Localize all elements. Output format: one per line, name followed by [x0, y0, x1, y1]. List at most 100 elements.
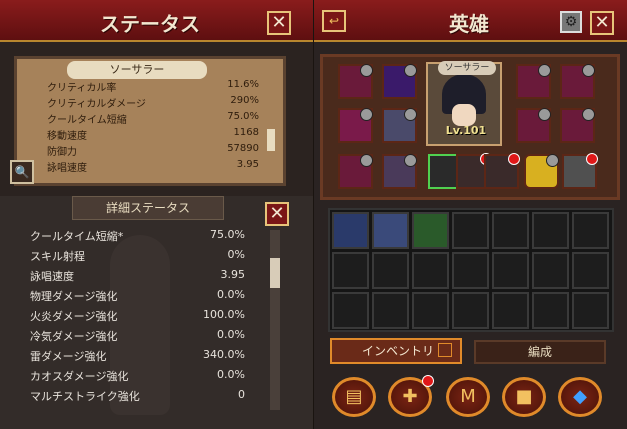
inventory-slot[interactable] [372, 292, 409, 329]
equip-slot[interactable] [516, 64, 551, 99]
inventory-slot[interactable] [452, 252, 489, 289]
inventory-slot[interactable] [492, 252, 529, 289]
inventory-slot[interactable] [572, 252, 609, 289]
search-icon[interactable]: 🔍 [10, 160, 34, 184]
gem-icon[interactable]: ◆ [558, 377, 602, 417]
stat-list: クリティカル率 11.6% クリティカルダメージ 290% クールタイム短縮 75.0… [43, 79, 263, 175]
inventory-slot[interactable] [572, 212, 609, 249]
detail-value: 0.0% [217, 368, 245, 381]
detail-key: 詠唱速度 [30, 270, 74, 283]
lock-icon [582, 64, 595, 77]
hero-name-label: ソーサラー [438, 61, 496, 75]
notification-dot [422, 375, 434, 387]
stat-row: 防御力 57890 [43, 143, 263, 159]
detail-key: クールタイム短縮* [30, 230, 124, 243]
box-icon[interactable]: ■ [502, 377, 546, 417]
detail-value: 75.0% [210, 228, 245, 241]
detail-row: 冷気ダメージ強化 0.0% [30, 328, 245, 348]
gold-badge-icon[interactable] [524, 154, 559, 189]
inventory-slot[interactable] [332, 212, 369, 249]
inventory-slot[interactable] [532, 292, 569, 329]
formation-tab[interactable]: 編成 [474, 340, 606, 364]
equip-slot[interactable] [382, 154, 417, 189]
inventory-slot[interactable] [332, 292, 369, 329]
stat-key: 防御力 [47, 147, 77, 158]
detail-row: スキル射程 0% [30, 248, 245, 268]
equip-slot[interactable] [516, 108, 551, 143]
status-title: ステータス [100, 12, 200, 36]
lock-icon [538, 108, 551, 121]
list-icon [438, 343, 452, 357]
inventory-slot[interactable] [532, 252, 569, 289]
inventory-slot[interactable] [492, 212, 529, 249]
inventory-slot[interactable] [452, 292, 489, 329]
detail-row: カオスダメージ強化 0.0% [30, 368, 245, 388]
stat-value: 11.6% [227, 79, 259, 90]
gear-icon[interactable]: ⚙ [560, 11, 582, 33]
hero-title: 英雄 [449, 12, 489, 36]
stat-key: クリティカルダメージ [47, 99, 146, 110]
stat-summary-box: ソーサラー クリティカル率 11.6% クリティカルダメージ 290% クールタイム… [14, 56, 286, 186]
inventory-slot[interactable] [372, 212, 409, 249]
companion-slot[interactable] [484, 153, 520, 189]
inventory-slot[interactable] [412, 292, 449, 329]
stat-key: 移動速度 [47, 131, 87, 142]
detail-value: 340.0% [203, 348, 245, 361]
equip-slot[interactable] [560, 108, 595, 143]
inventory-slot[interactable] [412, 212, 449, 249]
stat-row: クールタイム短縮 75.0% [43, 111, 263, 127]
inventory-slot[interactable] [372, 252, 409, 289]
inventory-slot[interactable] [492, 292, 529, 329]
inventory-slot[interactable] [332, 252, 369, 289]
detail-list: クールタイム短縮* 75.0% スキル射程 0% 詠唱速度 3.95 物理ダメージ強化… [30, 228, 245, 408]
hero-panel: ↩ 英雄 ⚙ ✕ ソーサラー Lv.101 インベントリ 編成 ▤ ✚ M ■ … [314, 0, 627, 429]
notification-dot [586, 153, 598, 165]
lock-icon [404, 108, 417, 121]
stat-value: 1168 [233, 127, 259, 138]
status-panel: ステータス ✕ ソーサラー クリティカル率 11.6% クリティカルダメージ 290… [0, 0, 313, 429]
detail-value: 0.0% [217, 288, 245, 301]
detail-row: マルチストライク強化 0 [30, 388, 245, 408]
equip-slot[interactable] [560, 64, 595, 99]
equip-slot[interactable] [338, 64, 373, 99]
inventory-slot[interactable] [452, 212, 489, 249]
equip-slot[interactable] [338, 154, 373, 189]
status-close-button[interactable]: ✕ [267, 11, 291, 35]
lock-icon [360, 108, 373, 121]
lock-icon [582, 108, 595, 121]
stat-key: クリティカル率 [47, 83, 117, 94]
stat-scrollbar[interactable] [267, 129, 275, 151]
lock-icon [360, 154, 373, 167]
inventory-slot[interactable] [572, 292, 609, 329]
equip-slot[interactable] [382, 64, 417, 99]
detail-value: 0% [227, 248, 245, 261]
detail-title: 詳細ステータス [72, 196, 224, 220]
stat-row: 移動速度 1168 [43, 127, 263, 143]
chest-icon[interactable]: ▤ [332, 377, 376, 417]
inventory-slot[interactable] [412, 252, 449, 289]
exit-icon[interactable]: ↩ [322, 10, 346, 32]
detail-scrollbar[interactable] [270, 258, 280, 288]
hero-face-icon [452, 104, 476, 126]
equip-slot[interactable] [382, 108, 417, 143]
lock-icon [546, 154, 559, 167]
equip-slot[interactable] [338, 108, 373, 143]
detail-key: 雷ダメージ強化 [30, 350, 107, 363]
detail-key: 火炎ダメージ強化 [30, 310, 118, 323]
detail-value: 3.95 [220, 268, 246, 281]
m-emblem-icon[interactable]: M [446, 377, 490, 417]
hero-close-button[interactable]: ✕ [590, 11, 614, 35]
inventory-slot[interactable] [532, 212, 569, 249]
detail-row: 雷ダメージ強化 340.0% [30, 348, 245, 368]
stat-value: 3.95 [236, 159, 259, 170]
notification-dot [508, 153, 520, 165]
lock-icon [538, 64, 551, 77]
detail-scroll-track [270, 230, 280, 410]
gray-badge-icon[interactable] [562, 153, 598, 189]
detail-close-button[interactable]: ✕ [265, 202, 289, 226]
detail-key: スキル射程 [30, 250, 85, 263]
detail-value: 0 [238, 388, 245, 401]
detail-key: マルチストライク強化 [30, 390, 140, 403]
detail-key: 物理ダメージ強化 [30, 290, 118, 303]
detail-key: カオスダメージ強化 [30, 370, 129, 383]
